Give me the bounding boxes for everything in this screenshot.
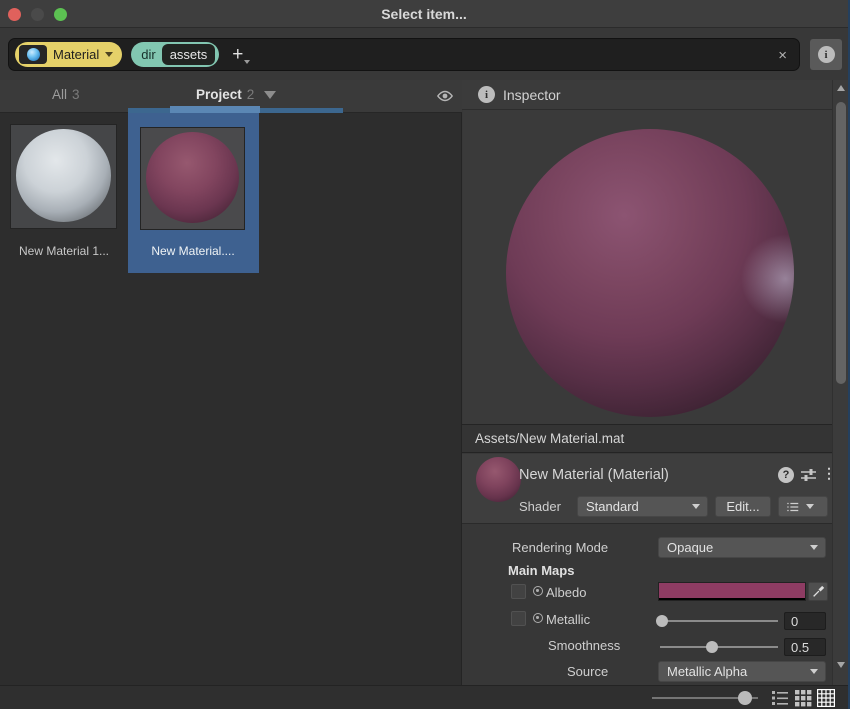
shader-label: Shader [519,499,561,514]
eyedropper-button[interactable] [808,582,828,601]
scrollbar-thumb[interactable] [836,102,846,384]
chevron-down-icon [810,669,818,674]
tab-bar: All 3 Project 2 [0,80,462,113]
search-row: Material dir assets + × i [0,28,848,80]
grid-item-label: New Material 1... [0,244,128,258]
bottom-bar [0,685,850,709]
metallic-slider-knob[interactable] [656,615,668,627]
material-sphere-thumbnail [16,129,111,222]
asset-path: Assets/New Material.mat [475,431,624,446]
chevron-down-icon [806,504,814,509]
main-maps-heading: Main Maps [508,563,574,578]
material-title: New Material (Material) [519,467,669,483]
asset-grid: New Material 1... New Material.... [0,113,462,685]
shader-dropdown[interactable]: Standard [577,496,708,517]
filter-chip-material[interactable]: Material [15,42,122,67]
smoothness-slider[interactable] [660,646,778,648]
tab-project[interactable]: Project 2 [196,87,276,102]
metallic-texture-slot[interactable] [511,611,526,626]
material-properties-menu-button[interactable] [778,496,828,517]
tab-underline-highlight [170,106,260,113]
inspector-title: Inspector [503,87,561,103]
grid-item-label: New Material.... [129,244,257,258]
material-header: New Material (Material) ? ⋮ Shader Stand… [462,454,832,523]
preview-visibility-button[interactable] [436,89,454,103]
tab-project-label: Project [196,87,242,102]
filter-chip-label: Material [53,47,99,62]
toggle-inspector-button[interactable]: i [810,39,842,70]
search-input[interactable]: Material dir assets + × [8,38,800,71]
rendering-mode-label: Rendering Mode [512,540,608,555]
thumbnail-size-slider-knob[interactable] [738,691,752,705]
title-bar: Select item... [0,0,848,28]
source-label: Source [567,664,608,679]
grid-item-new-material-1[interactable] [10,124,117,229]
clear-search-button[interactable]: × [778,47,787,64]
list-lines-icon [786,501,800,513]
eye-icon [436,89,454,103]
list-view-icon[interactable] [771,689,789,707]
chevron-down-icon [810,545,818,550]
material-icon [476,457,521,502]
chevron-down-icon [244,60,250,64]
edit-shader-button[interactable]: Edit... [715,496,771,517]
shader-value: Standard [586,499,639,514]
add-filter-button[interactable]: + [232,45,243,64]
filter-chip-dir[interactable]: dir assets [131,42,219,67]
albedo-label: Albedo [546,585,586,600]
window-title: Select item... [0,6,848,22]
inspector-scrollbar[interactable] [832,80,848,685]
smoothness-label: Smoothness [548,638,620,653]
smoothness-value-field[interactable]: 0.5 [784,638,826,656]
material-properties: Rendering Mode Opaque Main Maps Albedo M… [462,523,832,685]
dir-chip-value: assets [162,44,216,65]
eyedropper-icon [812,585,825,598]
material-type-icon [19,45,47,64]
dense-grid-view-icon[interactable] [817,689,835,707]
metallic-value-field[interactable]: 0 [784,612,826,630]
chevron-down-icon [264,91,276,99]
tab-project-count: 2 [247,87,255,102]
metallic-label: Metallic [546,612,590,627]
albedo-color-swatch[interactable] [658,582,806,601]
info-icon: i [818,46,835,63]
source-dropdown[interactable]: Metallic Alpha [658,661,826,682]
grid-item-new-material-selected[interactable] [140,127,245,230]
presets-icon[interactable] [800,467,817,483]
chevron-down-icon [692,504,700,509]
scroll-up-arrow-icon[interactable] [837,85,845,91]
tab-all[interactable]: All 3 [52,87,80,102]
metallic-slider[interactable] [660,620,778,622]
rendering-mode-dropdown[interactable]: Opaque [658,537,826,558]
material-sphere-thumbnail [146,132,239,223]
object-picker-icon[interactable] [533,613,543,623]
material-preview-sphere [506,129,794,417]
dir-chip-prefix: dir [141,47,155,62]
inspector-header: i Inspector [462,80,850,110]
tab-all-count: 3 [72,87,80,102]
scroll-down-arrow-icon[interactable] [837,662,845,668]
tab-all-label: All [52,87,67,102]
albedo-texture-slot[interactable] [511,584,526,599]
info-icon: i [478,86,495,103]
help-icon[interactable]: ? [778,467,794,483]
asset-path-bar: Assets/New Material.mat [462,424,850,453]
smoothness-slider-knob[interactable] [706,641,718,653]
material-preview-area [463,110,832,424]
object-picker-icon[interactable] [533,586,543,596]
grid-view-icon[interactable] [794,689,812,707]
chevron-down-icon [105,52,113,57]
select-item-dialog: Select item... Material dir assets + × i [0,0,850,709]
